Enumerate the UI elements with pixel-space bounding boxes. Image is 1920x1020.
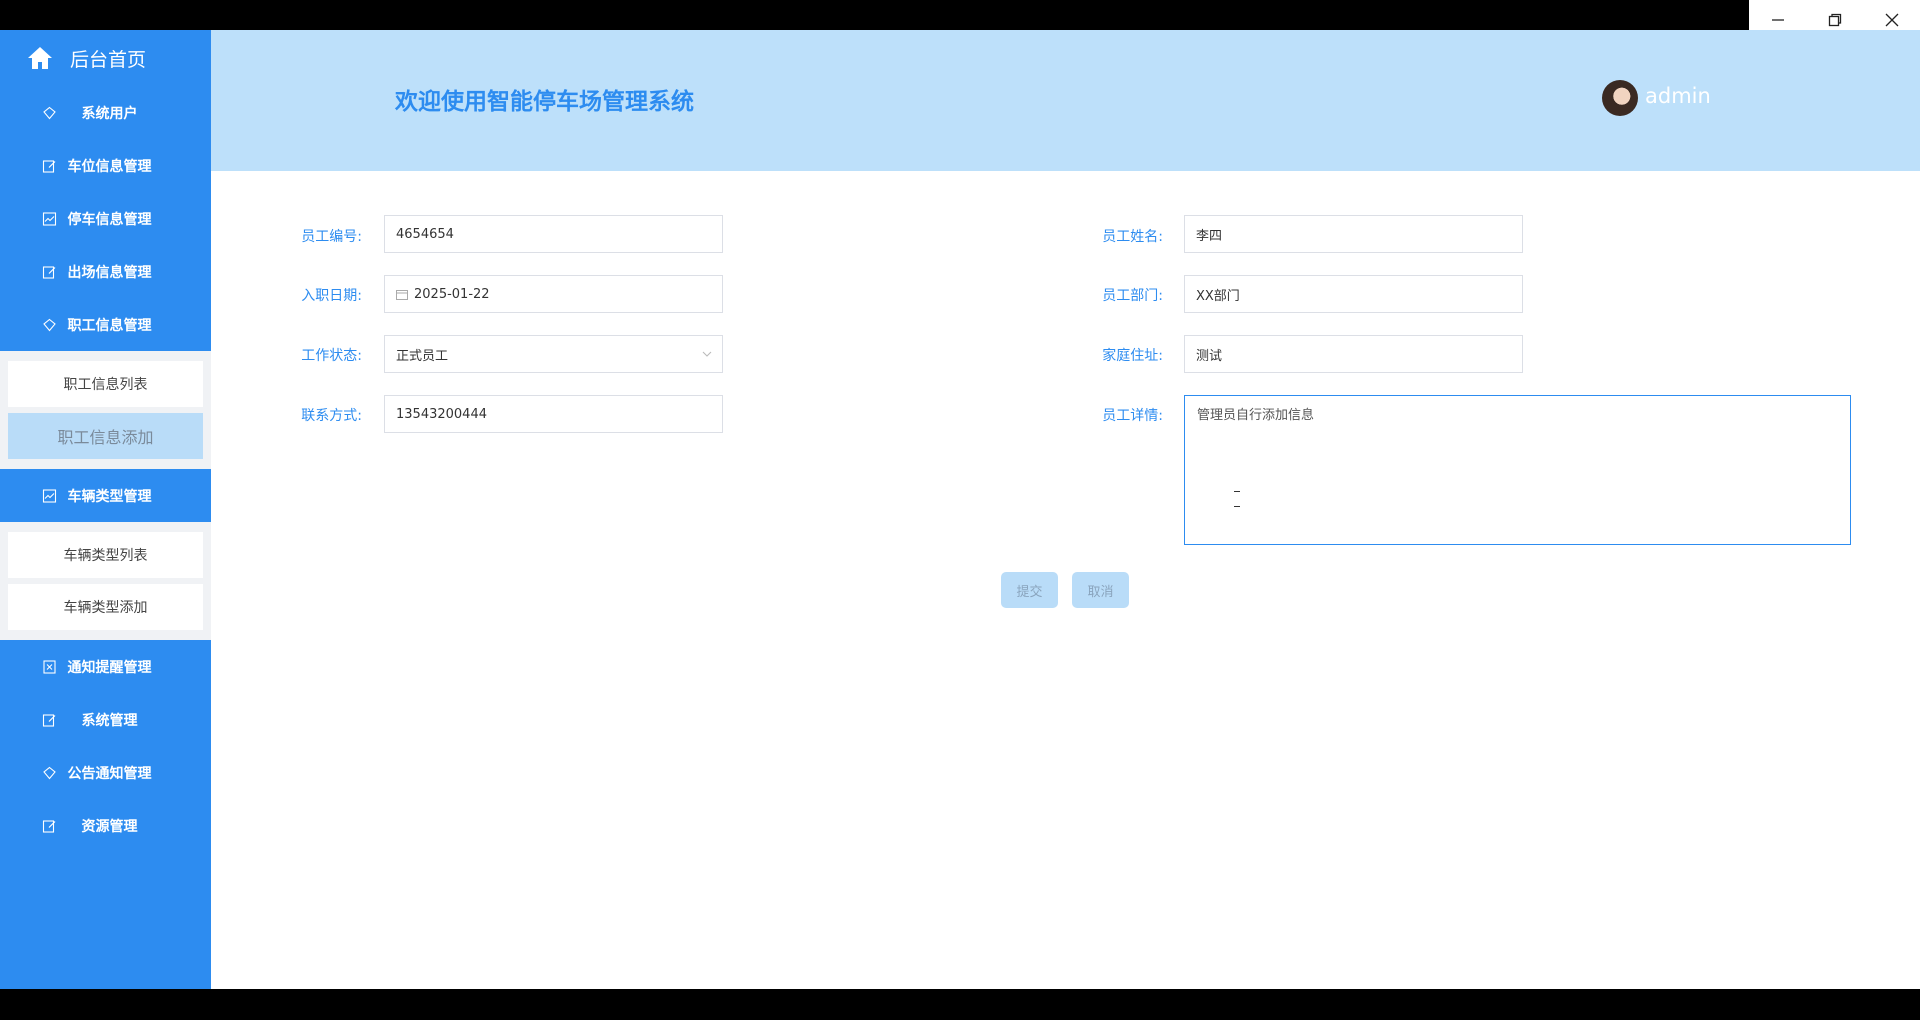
page-title: 欢迎使用智能停车场管理系统 (395, 89, 694, 115)
submenu-vehicle-type-add[interactable]: 车辆类型添加 (8, 584, 203, 630)
diamond-icon (43, 766, 56, 779)
vehicle-submenu: 车辆类型列表 车辆类型添加 (0, 522, 211, 640)
document-icon (43, 659, 56, 674)
hire-date-label: 入职日期: (301, 288, 362, 304)
work-status-label: 工作状态: (301, 348, 362, 364)
home-label: 后台首页 (70, 48, 147, 71)
details-label: 员工详情: (1102, 408, 1163, 424)
cancel-button[interactable]: 取消 (1072, 572, 1129, 608)
edit-icon (42, 265, 56, 279)
edit-icon (42, 713, 56, 727)
edit-icon (42, 159, 56, 173)
department-input[interactable]: XX部门 (1184, 275, 1523, 313)
details-textarea[interactable]: 管理员自行添加信息 (1184, 395, 1851, 545)
employee-no-input[interactable]: 4654654 (384, 215, 723, 253)
menu-label: 通知提醒管理 (67, 659, 152, 676)
staff-submenu: 职工信息列表 职工信息添加 (0, 351, 211, 469)
menu-label: 车辆类型管理 (67, 488, 152, 505)
app-window: 后台首页 系统用户 车位信息管理 停车信息管理 出场信息管理 职工信息管理 职工… (0, 30, 1920, 989)
menu-vehicle-type[interactable]: 车辆类型管理 (0, 469, 211, 522)
menu-label: 出场信息管理 (67, 264, 152, 281)
calendar-icon (396, 289, 408, 300)
menu-label: 系统管理 (81, 712, 138, 729)
submenu-vehicle-type-list[interactable]: 车辆类型列表 (8, 532, 203, 578)
contact-label: 联系方式: (301, 408, 362, 424)
submenu-staff-list[interactable]: 职工信息列表 (8, 361, 203, 407)
menu-label: 车位信息管理 (67, 158, 152, 175)
menu-label: 系统用户 (81, 105, 138, 122)
department-value: XX部门 (1196, 288, 1240, 304)
contact-value: 13543200444 (396, 406, 487, 422)
chevron-down-icon (702, 351, 712, 357)
menu-resource[interactable]: 资源管理 (0, 799, 211, 852)
text-cursor (1234, 491, 1240, 507)
chart-icon (42, 211, 57, 226)
sidebar: 后台首页 系统用户 车位信息管理 停车信息管理 出场信息管理 职工信息管理 职工… (0, 30, 211, 989)
diamond-icon (43, 318, 56, 331)
minimize-icon (1771, 19, 1784, 21)
chart-icon (42, 488, 57, 503)
diamond-icon (43, 106, 56, 119)
page-header: 欢迎使用智能停车场管理系统 admin (211, 30, 1920, 171)
username[interactable]: admin (1645, 84, 1711, 108)
menu-label: 职工信息管理 (67, 317, 152, 334)
employee-name-input[interactable]: 李四 (1184, 215, 1523, 253)
close-icon (1885, 13, 1898, 27)
menu-exit-info[interactable]: 出场信息管理 (0, 245, 211, 298)
home-icon (28, 47, 52, 69)
edit-icon (42, 819, 56, 833)
contact-input[interactable]: 13543200444 (384, 395, 723, 433)
menu-notice-reminder[interactable]: 通知提醒管理 (0, 640, 211, 693)
address-input[interactable]: 测试 (1184, 335, 1523, 373)
employee-name-label: 员工姓名: (1102, 229, 1163, 245)
restore-icon (1828, 13, 1841, 27)
department-label: 员工部门: (1102, 288, 1163, 304)
employee-name-value: 李四 (1196, 228, 1223, 244)
submit-button[interactable]: 提交 (1001, 572, 1058, 608)
address-value: 测试 (1196, 348, 1223, 364)
menu-parking-space[interactable]: 车位信息管理 (0, 139, 211, 192)
menu-announcement[interactable]: 公告通知管理 (0, 746, 211, 799)
menu-system-users[interactable]: 系统用户 (0, 86, 211, 139)
submenu-staff-add[interactable]: 职工信息添加 (8, 413, 203, 459)
menu-label: 公告通知管理 (67, 765, 152, 782)
menu-parking-info[interactable]: 停车信息管理 (0, 192, 211, 245)
employee-no-value: 4654654 (396, 226, 454, 242)
details-value: 管理员自行添加信息 (1197, 408, 1315, 423)
hire-date-picker[interactable]: 2025-01-22 (384, 275, 723, 313)
menu-label: 停车信息管理 (67, 211, 152, 228)
work-status-select[interactable]: 正式员工 (384, 335, 723, 373)
hire-date-value: 2025-01-22 (414, 286, 490, 302)
menu-system-management[interactable]: 系统管理 (0, 693, 211, 746)
address-label: 家庭住址: (1102, 348, 1163, 364)
menu-label: 资源管理 (81, 818, 138, 835)
employee-no-label: 员工编号: (301, 229, 362, 245)
menu-staff-info[interactable]: 职工信息管理 (0, 298, 211, 351)
avatar[interactable] (1602, 80, 1638, 116)
home-link[interactable]: 后台首页 (0, 30, 211, 86)
work-status-value: 正式员工 (396, 348, 449, 364)
